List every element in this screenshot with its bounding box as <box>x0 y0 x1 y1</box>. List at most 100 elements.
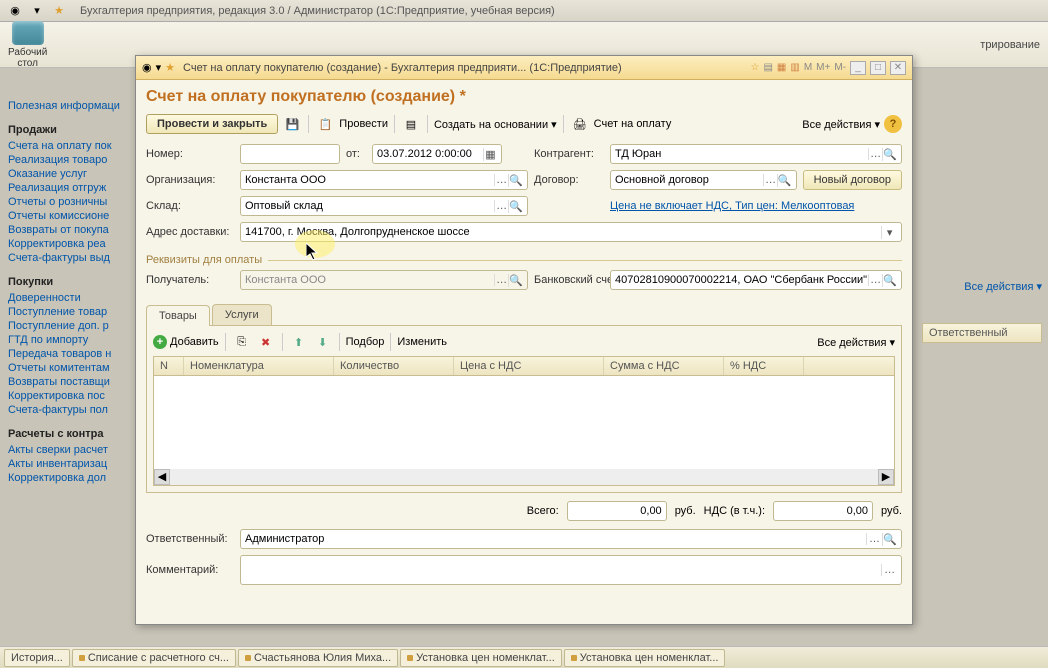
nav-link[interactable]: Реализация отгруж <box>8 182 148 194</box>
minimize-button[interactable]: _ <box>850 61 866 75</box>
warehouse-input[interactable]: …🔍 <box>240 196 528 216</box>
nav-link[interactable]: Отчеты комитентам <box>8 362 148 374</box>
nav-link[interactable]: Реализация товаро <box>8 154 148 166</box>
counterparty-input[interactable]: …🔍 <box>610 144 902 164</box>
tab-services[interactable]: Услуги <box>212 304 272 325</box>
nav-link[interactable]: Оказание услуг <box>8 168 148 180</box>
select-icon[interactable]: … <box>866 533 881 545</box>
goods-grid[interactable]: N Номенклатура Количество Цена с НДС Сум… <box>153 356 895 486</box>
dropdown-icon[interactable]: ▾ <box>881 226 897 239</box>
select-icon[interactable]: … <box>494 200 508 212</box>
maximize-button[interactable]: □ <box>870 61 886 75</box>
window-logo-icon[interactable]: ◉ <box>142 61 152 74</box>
nav-link[interactable]: Возвраты от покупа <box>8 224 148 236</box>
search-icon[interactable]: 🔍 <box>882 274 897 287</box>
invoice-print-button[interactable]: Счет на оплату <box>594 118 672 130</box>
nav-link[interactable]: Акты инвентаризац <box>8 458 148 470</box>
search-icon[interactable]: 🔍 <box>882 533 897 546</box>
task-button[interactable]: Списание с расчетного сч... <box>72 649 236 667</box>
col-n[interactable]: N <box>154 357 184 375</box>
tb-doc-icon[interactable]: ▤ <box>763 62 772 73</box>
search-icon[interactable]: 🔍 <box>508 274 523 287</box>
delete-icon[interactable]: ✖ <box>256 332 276 352</box>
edit-button[interactable]: Изменить <box>397 336 447 348</box>
nav-link[interactable]: Корректировка реа <box>8 238 148 250</box>
horizontal-scrollbar[interactable]: ◀ ▶ <box>154 469 894 485</box>
copy-icon[interactable]: ⎘ <box>232 332 252 352</box>
bank-input[interactable]: …🔍 <box>610 270 902 290</box>
org-input[interactable]: …🔍 <box>240 170 528 190</box>
tb-calc-icon[interactable]: ▦ <box>777 62 786 73</box>
nav-link[interactable]: Отчеты о розничны <box>8 196 148 208</box>
number-input[interactable] <box>240 144 340 164</box>
col-vat[interactable]: % НДС <box>724 357 804 375</box>
provesti-label[interactable]: Провести <box>339 118 388 130</box>
move-down-icon[interactable]: ⬇ <box>313 332 333 352</box>
tb-star-icon[interactable]: ☆ <box>750 62 759 73</box>
nav-link[interactable]: Акты сверки расчет <box>8 444 148 456</box>
nav-link[interactable]: Передача товаров н <box>8 348 148 360</box>
task-button[interactable]: Установка цен номенклат... <box>400 649 562 667</box>
nav-link[interactable]: ГТД по импорту <box>8 334 148 346</box>
search-icon[interactable]: 🔍 <box>508 200 523 213</box>
tb-calendar-icon[interactable]: ▥ <box>790 62 799 73</box>
nav-link[interactable]: Доверенности <box>8 292 148 304</box>
col-price[interactable]: Цена с НДС <box>454 357 604 375</box>
select-icon[interactable]: … <box>494 174 508 186</box>
tb-mminus-icon[interactable]: M- <box>834 62 846 73</box>
close-button[interactable]: ✕ <box>890 61 906 75</box>
search-icon[interactable]: 🔍 <box>777 174 792 187</box>
address-input[interactable]: ▾ <box>240 222 902 242</box>
print-icon[interactable]: 🖨 <box>570 114 590 134</box>
window-star-icon[interactable]: ★ <box>165 61 175 74</box>
select-icon[interactable]: … <box>868 148 882 160</box>
all-actions-button[interactable]: Все действия ▾ <box>802 118 880 131</box>
nav-link[interactable]: Счета-фактуры пол <box>8 404 148 416</box>
responsible-input[interactable]: …🔍 <box>240 529 902 549</box>
nav-link[interactable]: Счета на оплату пок <box>8 140 148 152</box>
tab-goods[interactable]: Товары <box>146 305 210 326</box>
star-icon[interactable]: ★ <box>50 2 68 20</box>
tb-m-icon[interactable]: M <box>804 62 812 73</box>
date-input[interactable]: ▦ <box>372 144 502 164</box>
price-info-link[interactable]: Цена не включает НДС, Тип цен: Мелкоопто… <box>610 200 854 212</box>
table-all-actions-button[interactable]: Все действия ▾ <box>817 336 895 349</box>
move-up-icon[interactable]: ⬆ <box>289 332 309 352</box>
history-button[interactable]: История... <box>4 649 70 667</box>
nav-link[interactable]: Корректировка дол <box>8 472 148 484</box>
select-icon[interactable]: … <box>494 274 508 286</box>
select-icon[interactable]: … <box>868 274 882 286</box>
col-sum[interactable]: Сумма с НДС <box>604 357 724 375</box>
nav-link[interactable]: Поступление товар <box>8 306 148 318</box>
dropdown-icon[interactable]: ▾ <box>28 2 46 20</box>
total-input[interactable] <box>567 501 667 521</box>
select-icon[interactable]: … <box>763 174 777 186</box>
create-on-basis-button[interactable]: Создать на основании ▾ <box>434 118 557 131</box>
search-icon[interactable]: 🔍 <box>882 148 897 161</box>
provesti-icon[interactable]: 📋 <box>315 114 335 134</box>
doc-icon[interactable]: ▤ <box>401 114 421 134</box>
col-nomenclature[interactable]: Номенклатура <box>184 357 334 375</box>
new-contract-button[interactable]: Новый договор <box>803 170 902 190</box>
useful-info-link[interactable]: Полезная информаци <box>8 100 148 112</box>
contract-input[interactable]: …🔍 <box>610 170 797 190</box>
app-logo-icon[interactable]: ◉ <box>6 2 24 20</box>
nav-link[interactable]: Корректировка пос <box>8 390 148 402</box>
submit-close-button[interactable]: Провести и закрыть <box>146 114 278 134</box>
help-icon[interactable]: ? <box>884 115 902 133</box>
recipient-input[interactable]: …🔍 <box>240 270 528 290</box>
nav-link[interactable]: Поступление доп. р <box>8 320 148 332</box>
nav-link[interactable]: Отчеты комиссионе <box>8 210 148 222</box>
window-dropdown-icon[interactable]: ▾ <box>156 61 162 74</box>
save-icon[interactable]: 💾 <box>282 114 302 134</box>
select-icon[interactable]: … <box>881 564 897 576</box>
task-button[interactable]: Установка цен номенклат... <box>564 649 726 667</box>
nds-input[interactable] <box>773 501 873 521</box>
scroll-right-icon[interactable]: ▶ <box>878 469 894 485</box>
nav-link[interactable]: Возвраты поставщи <box>8 376 148 388</box>
tb-mplus-icon[interactable]: M+ <box>816 62 830 73</box>
nav-link[interactable]: Счета-фактуры выд <box>8 252 148 264</box>
add-row-button[interactable]: +Добавить <box>153 335 219 349</box>
desktop-button[interactable]: Рабочийстол <box>8 21 47 69</box>
calendar-icon[interactable]: ▦ <box>483 148 497 161</box>
